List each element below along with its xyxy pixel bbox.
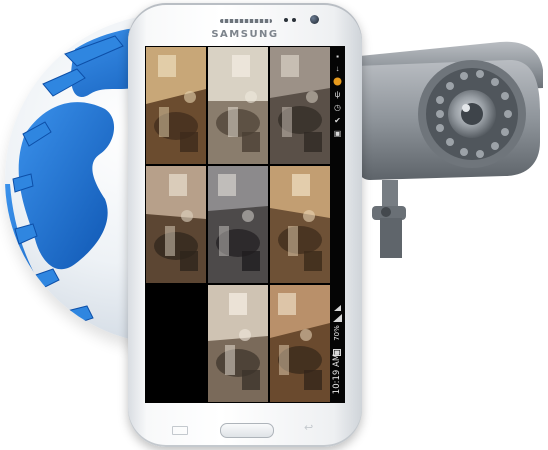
phone-screen: ▪ ↓ ψ ◷ ✔ ▣ 70% 10:19 AM (145, 46, 345, 403)
camera-feed-tile[interactable] (270, 47, 330, 164)
back-key-icon[interactable]: ↩ (304, 422, 318, 434)
camera-feed-tile[interactable] (146, 166, 206, 283)
clock: 10:19 AM (330, 351, 345, 397)
battery-percent-label: 70% (333, 325, 341, 341)
camera-feed-tile[interactable] (146, 285, 206, 402)
menu-key-icon[interactable] (172, 426, 188, 435)
app-icon (333, 77, 342, 86)
download-icon: ↓ (335, 64, 340, 73)
alarm-icon: ◷ (334, 103, 341, 112)
battery-percent: 70% (330, 321, 345, 345)
smartphone: SAMSUNG ▪ ↓ ψ ◷ ✔ ▣ 70% 10:19 AM ↩ (128, 3, 362, 447)
camera-feed-tile[interactable] (270, 166, 330, 283)
check-icon: ✔ (334, 116, 341, 125)
usb-icon: ψ (334, 90, 341, 99)
home-button[interactable] (220, 423, 274, 438)
earpiece-speaker (220, 19, 272, 23)
camera-feed-tile[interactable] (208, 47, 268, 164)
brand-logo: SAMSUNG (211, 29, 279, 40)
camera-feed-tile[interactable] (270, 285, 330, 402)
proximity-sensor (284, 18, 288, 22)
camera-feed-tile[interactable] (146, 47, 206, 164)
wifi-icon (333, 304, 342, 313)
camera-feed-tile[interactable] (208, 166, 268, 283)
camera-feed-grid (146, 47, 330, 402)
light-sensor (292, 18, 296, 22)
product-illustration: SAMSUNG ▪ ↓ ψ ◷ ✔ ▣ 70% 10:19 AM ↩ (0, 0, 548, 450)
status-bar: ▪ ↓ ψ ◷ ✔ ▣ 70% 10:19 AM (330, 46, 345, 403)
front-camera-icon (310, 15, 319, 24)
notification-icon: ▪ (336, 52, 339, 61)
image-icon: ▣ (333, 129, 342, 138)
camera-feed-tile[interactable] (208, 285, 268, 402)
clock-label: 10:19 AM (332, 353, 342, 395)
